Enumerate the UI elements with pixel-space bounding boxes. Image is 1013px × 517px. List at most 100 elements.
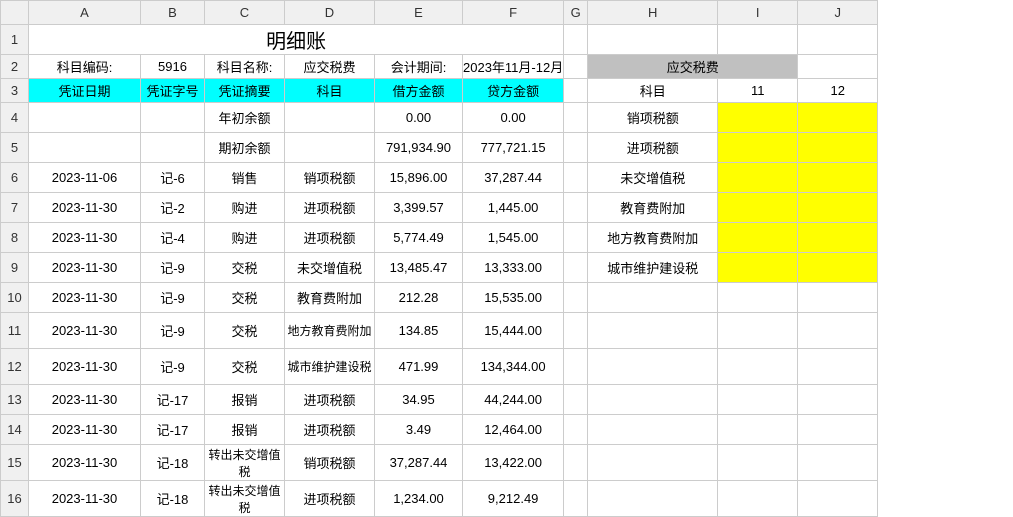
- cell[interactable]: 0.00: [375, 103, 463, 133]
- name-label[interactable]: 科目名称:: [205, 55, 285, 79]
- cell[interactable]: [588, 445, 718, 481]
- cell[interactable]: 12,464.00: [463, 415, 564, 445]
- side-value[interactable]: [718, 133, 798, 163]
- main-header[interactable]: 凭证字号: [141, 79, 205, 103]
- cell[interactable]: 2023-11-30: [29, 445, 141, 481]
- cell[interactable]: 记-4: [141, 223, 205, 253]
- cell[interactable]: 3.49: [375, 415, 463, 445]
- main-header[interactable]: 凭证日期: [29, 79, 141, 103]
- cell[interactable]: 购进: [205, 193, 285, 223]
- cell[interactable]: [564, 103, 588, 133]
- cell[interactable]: [718, 481, 798, 517]
- cell[interactable]: 2023-11-30: [29, 385, 141, 415]
- cell[interactable]: [141, 133, 205, 163]
- side-item[interactable]: 城市维护建设税: [588, 253, 718, 283]
- cell[interactable]: 交税: [205, 283, 285, 313]
- cell[interactable]: 记-9: [141, 349, 205, 385]
- cell[interactable]: [588, 25, 718, 55]
- cell[interactable]: [564, 55, 588, 79]
- cell[interactable]: [588, 385, 718, 415]
- cell[interactable]: 5,774.49: [375, 223, 463, 253]
- row-header[interactable]: 16: [1, 481, 29, 517]
- cell[interactable]: 交税: [205, 349, 285, 385]
- cell[interactable]: 年初余额: [205, 103, 285, 133]
- side-item[interactable]: 教育费附加: [588, 193, 718, 223]
- cell[interactable]: [718, 415, 798, 445]
- cell[interactable]: 2023-11-30: [29, 313, 141, 349]
- cell[interactable]: 212.28: [375, 283, 463, 313]
- cell[interactable]: 37,287.44: [463, 163, 564, 193]
- main-header[interactable]: 科目: [285, 79, 375, 103]
- cell[interactable]: 进项税额: [285, 193, 375, 223]
- cell[interactable]: [564, 163, 588, 193]
- row-header[interactable]: 13: [1, 385, 29, 415]
- side-title[interactable]: 应交税费: [588, 55, 798, 79]
- row-header[interactable]: 15: [1, 445, 29, 481]
- cell[interactable]: 未交增值税: [285, 253, 375, 283]
- cell[interactable]: 134.85: [375, 313, 463, 349]
- code-label[interactable]: 科目编码:: [29, 55, 141, 79]
- main-header[interactable]: 借方金额: [375, 79, 463, 103]
- cell[interactable]: 3,399.57: [375, 193, 463, 223]
- side-value[interactable]: [798, 133, 878, 163]
- cell[interactable]: [798, 313, 878, 349]
- row-header[interactable]: 4: [1, 103, 29, 133]
- cell[interactable]: 15,896.00: [375, 163, 463, 193]
- cell[interactable]: [564, 349, 588, 385]
- cell[interactable]: 13,333.00: [463, 253, 564, 283]
- cell[interactable]: [564, 193, 588, 223]
- cell[interactable]: [564, 25, 588, 55]
- code-value[interactable]: 5916: [141, 55, 205, 79]
- side-value[interactable]: [718, 193, 798, 223]
- cell[interactable]: [564, 253, 588, 283]
- cell[interactable]: 134,344.00: [463, 349, 564, 385]
- cell[interactable]: [564, 79, 588, 103]
- cell[interactable]: [588, 283, 718, 313]
- cell[interactable]: [798, 283, 878, 313]
- row-header[interactable]: 1: [1, 25, 29, 55]
- col-header[interactable]: C: [205, 1, 285, 25]
- col-header[interactable]: A: [29, 1, 141, 25]
- cell[interactable]: 记-9: [141, 313, 205, 349]
- cell[interactable]: 2023-11-30: [29, 283, 141, 313]
- period-value[interactable]: 2023年11月-12月: [463, 55, 564, 79]
- cell[interactable]: 1,234.00: [375, 481, 463, 517]
- row-header[interactable]: 8: [1, 223, 29, 253]
- row-header[interactable]: 9: [1, 253, 29, 283]
- cell[interactable]: 报销: [205, 415, 285, 445]
- row-header[interactable]: 2: [1, 55, 29, 79]
- row-header[interactable]: 10: [1, 283, 29, 313]
- cell[interactable]: 销项税额: [285, 445, 375, 481]
- row-header[interactable]: 11: [1, 313, 29, 349]
- cell[interactable]: 2023-11-06: [29, 163, 141, 193]
- cell[interactable]: 2023-11-30: [29, 415, 141, 445]
- cell[interactable]: 2023-11-30: [29, 193, 141, 223]
- cell[interactable]: 13,422.00: [463, 445, 564, 481]
- cell[interactable]: 1,445.00: [463, 193, 564, 223]
- cell[interactable]: [718, 313, 798, 349]
- name-value[interactable]: 应交税费: [285, 55, 375, 79]
- col-header[interactable]: F: [463, 1, 564, 25]
- select-all-corner[interactable]: [1, 1, 29, 25]
- cell[interactable]: 转出未交增值税: [205, 445, 285, 481]
- cell[interactable]: [564, 415, 588, 445]
- cell[interactable]: 销项税额: [285, 163, 375, 193]
- side-value[interactable]: [718, 103, 798, 133]
- cell[interactable]: 购进: [205, 223, 285, 253]
- side-value[interactable]: [798, 253, 878, 283]
- col-header[interactable]: D: [285, 1, 375, 25]
- cell[interactable]: [718, 283, 798, 313]
- side-item[interactable]: 销项税额: [588, 103, 718, 133]
- side-value[interactable]: [718, 223, 798, 253]
- sheet-title[interactable]: 明细账: [29, 25, 564, 55]
- cell[interactable]: 15,444.00: [463, 313, 564, 349]
- row-header[interactable]: 3: [1, 79, 29, 103]
- cell[interactable]: [564, 481, 588, 517]
- cell[interactable]: 471.99: [375, 349, 463, 385]
- cell[interactable]: 教育费附加: [285, 283, 375, 313]
- side-header-month[interactable]: 12: [798, 79, 878, 103]
- cell[interactable]: [798, 385, 878, 415]
- col-header[interactable]: G: [564, 1, 588, 25]
- side-value[interactable]: [718, 253, 798, 283]
- side-item[interactable]: 进项税额: [588, 133, 718, 163]
